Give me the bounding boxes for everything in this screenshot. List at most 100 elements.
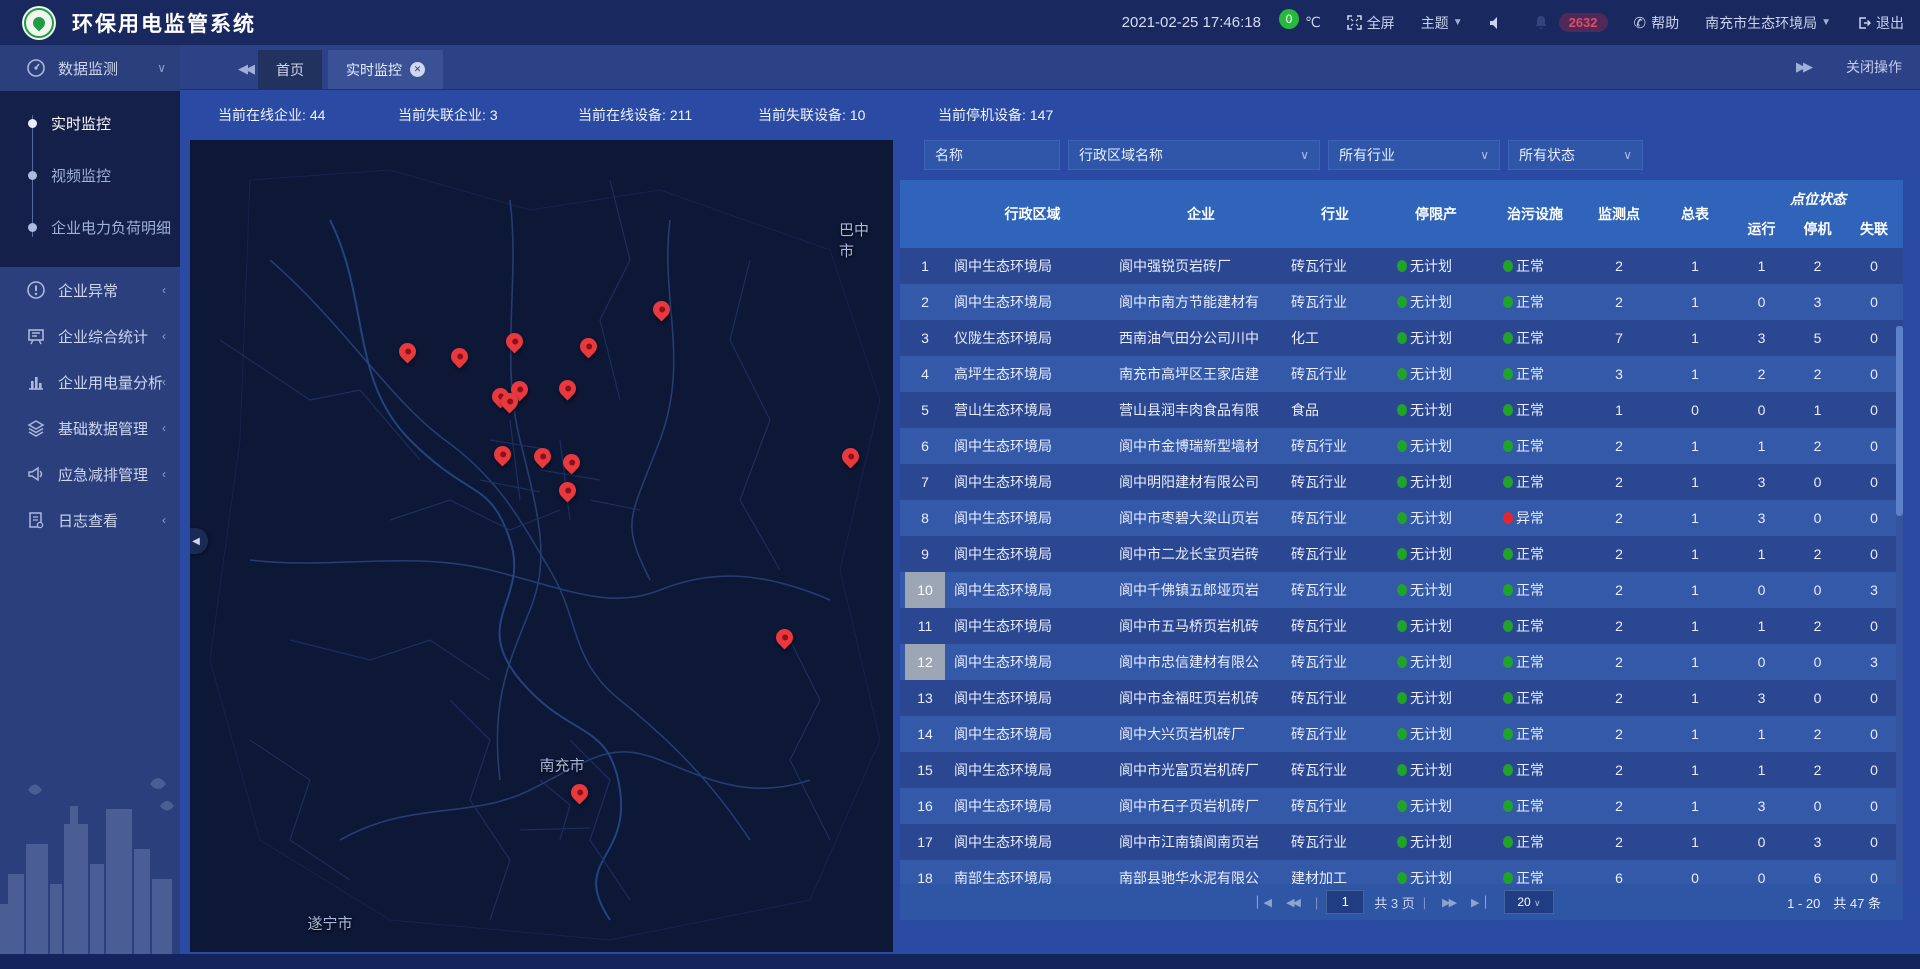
- sidebar-group-6[interactable]: 日志查看‹: [0, 497, 180, 543]
- cell-pollution-facility: 正常: [1489, 464, 1581, 500]
- stop-limit-text: 无计划: [1410, 798, 1452, 814]
- cell-running: 3: [1733, 788, 1790, 824]
- row-number: 13: [911, 680, 939, 716]
- logout-button[interactable]: 退出: [1857, 13, 1904, 33]
- table-row[interactable]: 7阆中生态环境局阆中明阳建材有限公司砖瓦行业无计划正常21300: [900, 464, 1903, 500]
- table-row[interactable]: 13阆中生态环境局阆中市金福旺页岩机砖砖瓦行业无计划正常21300: [900, 680, 1903, 716]
- page-size-select[interactable]: 20 ∨: [1504, 890, 1554, 914]
- notifications-button[interactable]: 2632: [1534, 13, 1608, 32]
- page-number-input[interactable]: 1: [1326, 890, 1364, 914]
- region-select[interactable]: 行政区域名称 ∨: [1068, 140, 1320, 170]
- name-search-input[interactable]: 名称: [924, 140, 1060, 170]
- sidebar-item-企业电力负荷明细[interactable]: 企业电力负荷明细: [0, 201, 180, 253]
- table-row[interactable]: 4高坪生态环境局南充市高坪区王家店建砖瓦行业无计划正常31220: [900, 356, 1903, 392]
- row-number-highlighted: 10: [905, 572, 945, 608]
- table-row[interactable]: 14阆中生态环境局阆中大兴页岩机砖厂砖瓦行业无计划正常21120: [900, 716, 1903, 752]
- cell-monitor-points: 3: [1581, 356, 1657, 392]
- monitor-panel: 名称 行政区域名称 ∨ 所有行业 ∨ 所有状态 ∨ 行政区域企业行业停限产治污设…: [900, 140, 1903, 922]
- cell-industry: 食品: [1287, 392, 1383, 428]
- table-row[interactable]: 2阆中生态环境局阆中市南方节能建材有砖瓦行业无计划正常21030: [900, 284, 1903, 320]
- sidebar-group-4[interactable]: 基础数据管理‹: [0, 405, 180, 451]
- column-header-0: [900, 180, 950, 248]
- app-title: 环保用电监管系统: [72, 8, 256, 38]
- prev-page-icon[interactable]: ◀◀: [1286, 896, 1299, 909]
- next-page-icon[interactable]: ▶▶: [1442, 896, 1455, 909]
- table-row[interactable]: 1阆中生态环境局阆中强锐页岩砖厂砖瓦行业无计划正常21120: [900, 248, 1903, 284]
- table-row[interactable]: 15阆中生态环境局阆中市光富页岩机砖厂砖瓦行业无计划正常21120: [900, 752, 1903, 788]
- row-number: 5: [911, 392, 939, 428]
- table-row[interactable]: 17阆中生态环境局阆中市江南镇阆南页岩砖瓦行业无计划正常21030: [900, 824, 1903, 860]
- cell-region: 阆中生态环境局: [950, 248, 1115, 284]
- table-row[interactable]: 10阆中生态环境局阆中千佛镇五郎垭页岩砖瓦行业无计划正常21003: [900, 572, 1903, 608]
- close-icon[interactable]: ✕: [410, 62, 425, 77]
- cell-pollution-facility: 正常: [1489, 536, 1581, 572]
- sidebar-item-视频监控[interactable]: 视频监控: [0, 149, 180, 201]
- sidebar-group-5[interactable]: 应急减排管理‹: [0, 451, 180, 497]
- cell-company: 阆中市五马桥页岩机砖: [1115, 608, 1287, 644]
- table-row[interactable]: 8阆中生态环境局阆中市枣碧大梁山页岩砖瓦行业无计划异常21300: [900, 500, 1903, 536]
- table-row[interactable]: 12阆中生态环境局阆中市忠信建材有限公砖瓦行业无计划正常21003: [900, 644, 1903, 680]
- facility-text: 正常: [1516, 798, 1544, 814]
- table-row[interactable]: 18南部生态环境局南部县驰华水泥有限公建材加工无计划正常60060: [900, 860, 1903, 884]
- cell-disconnected: 0: [1845, 428, 1903, 464]
- sidebar-group-0[interactable]: 数据监测∨: [0, 45, 180, 91]
- fullscreen-button[interactable]: 全屏: [1347, 13, 1395, 33]
- table-scrollbar[interactable]: [1896, 326, 1903, 884]
- column-header-1: 行政区域: [950, 180, 1115, 248]
- cell-industry: 砖瓦行业: [1287, 788, 1383, 824]
- facility-text: 正常: [1516, 330, 1544, 346]
- sidebar-group-label: 基础数据管理: [58, 418, 148, 439]
- cell-running: 2: [1733, 356, 1790, 392]
- cell-disconnected: 0: [1845, 716, 1903, 752]
- first-page-icon[interactable]: ▏◀: [1257, 896, 1270, 909]
- tab-home[interactable]: 首页: [258, 50, 322, 89]
- last-page-icon[interactable]: ▶▕: [1471, 896, 1484, 909]
- tabs-scroll-left-icon[interactable]: ◀◀: [238, 61, 252, 77]
- close-operations-button[interactable]: 关闭操作: [1846, 57, 1902, 77]
- stat-item: 当前在线设备:211: [578, 105, 758, 125]
- map-panel[interactable]: 巴中市南充市遂宁市 ◀: [190, 140, 893, 952]
- cell-disconnected: 3: [1845, 572, 1903, 608]
- sound-button[interactable]: [1489, 16, 1508, 30]
- cell-total-meters: 1: [1657, 464, 1733, 500]
- table-row[interactable]: 16阆中生态环境局阆中市石子页岩机砖厂砖瓦行业无计划正常21300: [900, 788, 1903, 824]
- stat-label: 当前在线企业:: [218, 107, 306, 123]
- sidebar-group-2[interactable]: 企业综合统计‹: [0, 313, 180, 359]
- column-header-2: 企业: [1115, 180, 1287, 248]
- help-label: 帮助: [1651, 13, 1679, 33]
- cell-stop-limit: 无计划: [1383, 248, 1489, 284]
- status-select[interactable]: 所有状态 ∨: [1508, 140, 1643, 170]
- table-row[interactable]: 11阆中生态环境局阆中市五马桥页岩机砖砖瓦行业无计划正常21120: [900, 608, 1903, 644]
- status-dot-icon: [1397, 440, 1407, 452]
- sidebar-item-实时监控[interactable]: 实时监控: [0, 97, 180, 149]
- table-row[interactable]: 6阆中生态环境局阆中市金博瑞新型墙材砖瓦行业无计划正常21120: [900, 428, 1903, 464]
- facility-text: 正常: [1516, 366, 1544, 382]
- status-dot-icon: [1397, 332, 1407, 344]
- sidebar-group-3[interactable]: 企业用电量分析‹: [0, 359, 180, 405]
- tab-realtime-monitor[interactable]: 实时监控 ✕: [328, 50, 443, 89]
- cell-running: 3: [1733, 320, 1790, 356]
- cell-disconnected: 0: [1845, 284, 1903, 320]
- help-button[interactable]: ✆ 帮助: [1634, 13, 1680, 33]
- org-dropdown[interactable]: 南充市生态环境局 ▼: [1705, 13, 1831, 33]
- sidebar-group-1[interactable]: 企业异常‹: [0, 267, 180, 313]
- cell-stopped: 2: [1790, 716, 1845, 752]
- stop-limit-text: 无计划: [1410, 438, 1452, 454]
- theme-dropdown[interactable]: 主题 ▼: [1421, 13, 1463, 33]
- row-number: 16: [911, 788, 939, 824]
- table-row[interactable]: 5营山生态环境局营山县润丰肉食品有限食品无计划正常10010: [900, 392, 1903, 428]
- column-header-5: 治污设施: [1489, 180, 1581, 248]
- cell-index: 12: [900, 644, 950, 680]
- sidebar-item-label: 企业电力负荷明细: [51, 217, 171, 238]
- cell-total-meters: 1: [1657, 428, 1733, 464]
- cell-stopped: 6: [1790, 860, 1845, 884]
- cell-company: 阆中强锐页岩砖厂: [1115, 248, 1287, 284]
- industry-select[interactable]: 所有行业 ∨: [1328, 140, 1500, 170]
- stats-bar: 当前在线企业:44当前失联企业:3当前在线设备:211当前失联设备:10当前停机…: [180, 90, 1920, 140]
- chevron-down-icon: ∨: [1300, 148, 1309, 162]
- cell-monitor-points: 2: [1581, 284, 1657, 320]
- table-row[interactable]: 9阆中生态环境局阆中市二龙长宝页岩砖砖瓦行业无计划正常21120: [900, 536, 1903, 572]
- tabs-scroll-right-icon[interactable]: ▶▶: [1796, 59, 1810, 75]
- table-row[interactable]: 3仪陇生态环境局西南油气田分公司川中化工无计划正常71350: [900, 320, 1903, 356]
- cell-monitor-points: 2: [1581, 536, 1657, 572]
